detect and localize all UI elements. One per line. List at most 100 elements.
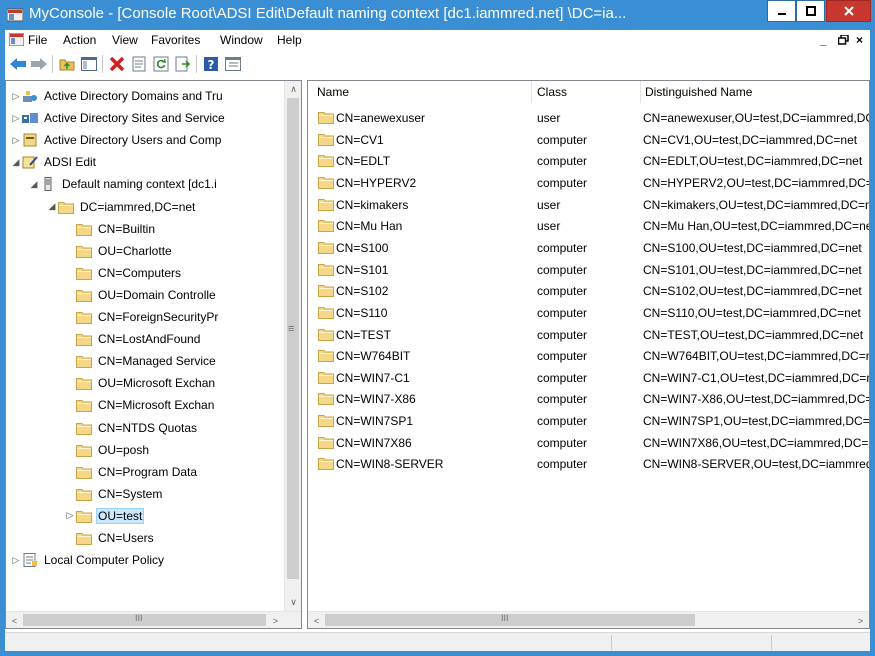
list-scroll-left-button[interactable]: <: [308, 612, 325, 628]
cell-distinguished-name: CN=anewexuser,OU=test,DC=iammred,DC=net: [643, 111, 869, 125]
expand-arrow-icon[interactable]: ▷: [10, 135, 22, 146]
title-bar[interactable]: MyConsole - [Console Root\ADSI Edit\Defa…: [0, 0, 875, 30]
minimize-button[interactable]: [767, 0, 796, 22]
column-divider[interactable]: [531, 81, 532, 103]
delete-button[interactable]: [107, 54, 127, 74]
maximize-button[interactable]: [796, 0, 825, 22]
tree-item[interactable]: CN=LostAndFound: [64, 328, 202, 350]
tree-scroll-right-button[interactable]: >: [267, 612, 284, 628]
tree-scroll-left-button[interactable]: <: [6, 612, 23, 628]
column-divider[interactable]: [640, 81, 641, 103]
menu-view[interactable]: View: [112, 33, 138, 47]
list-row[interactable]: CN=WIN7-X86 computer CN=WIN7-X86,OU=test,D…: [308, 389, 869, 409]
tree-item[interactable]: CN=Computers: [64, 262, 183, 284]
back-button[interactable]: [8, 54, 28, 74]
menu-file[interactable]: File: [28, 33, 47, 47]
list-row[interactable]: CN=S110 computer CN=S110,OU=test,DC=iammre…: [308, 303, 869, 323]
tree-item[interactable]: OU=Microsoft Exchan: [64, 372, 217, 394]
list-row[interactable]: CN=Mu Han user CN=Mu Han,OU=test,DC=iammre…: [308, 216, 869, 236]
tree-horizontal-scrollbar[interactable]: < III >: [6, 611, 301, 628]
folder-icon: [76, 332, 92, 347]
results-pane[interactable]: Name Class Distinguished Name CN=anewexu…: [307, 80, 870, 629]
column-header-class[interactable]: Class: [537, 85, 567, 99]
expand-arrow-icon[interactable]: ▷: [10, 555, 22, 566]
list-row[interactable]: CN=TEST computer CN=TEST,OU=test,DC=iammre…: [308, 325, 869, 345]
refresh-button[interactable]: [151, 54, 171, 74]
list-row[interactable]: CN=EDLT computer CN=EDLT,OU=test,DC=iammre…: [308, 151, 869, 171]
menu-action[interactable]: Action: [63, 33, 96, 47]
tree-item[interactable]: ◢ ADSI Edit: [10, 151, 98, 173]
tree-item[interactable]: CN=ForeignSecurityPr: [64, 306, 220, 328]
menu-window[interactable]: Window: [220, 33, 263, 47]
list-row[interactable]: CN=S100 computer CN=S100,OU=test,DC=iammre…: [308, 238, 869, 258]
expand-arrow-icon[interactable]: ▷: [64, 510, 76, 521]
forward-button[interactable]: [29, 54, 49, 74]
menu-favorites[interactable]: Favorites: [151, 33, 200, 47]
mdi-minimize-button[interactable]: _: [820, 33, 827, 47]
column-header-distinguished-name[interactable]: Distinguished Name: [645, 85, 752, 99]
tree-item[interactable]: ▷ Active Directory Domains and Tru: [10, 85, 225, 107]
list-row[interactable]: CN=WIN7SP1 computer CN=WIN7SP1,OU=test,DC=…: [308, 411, 869, 431]
expand-arrow-icon[interactable]: ▷: [10, 91, 22, 102]
expand-arrow-icon[interactable]: ▷: [10, 113, 22, 124]
list-row[interactable]: CN=S102 computer CN=S102,OU=test,DC=iammre…: [308, 281, 869, 301]
collapse-arrow-icon[interactable]: ◢: [10, 157, 22, 168]
mdi-restore-icon[interactable]: [838, 35, 849, 45]
properties-button[interactable]: [129, 54, 149, 74]
tree-item[interactable]: ▷ Active Directory Users and Comp: [10, 129, 223, 151]
tree-item[interactable]: OU=Domain Controlle: [64, 284, 218, 306]
tree-item-label: Active Directory Users and Comp: [44, 133, 222, 148]
console-tree-pane[interactable]: ▷ Active Directory Domains and Tru ▷ Active…: [5, 80, 302, 629]
tree-vertical-scrollbar[interactable]: ∧ ≡ ∨: [284, 81, 301, 611]
list-horizontal-scrollbar[interactable]: < III >: [308, 611, 869, 628]
cell-class: computer: [537, 457, 588, 472]
folder-icon: [318, 218, 334, 233]
tree-scroll-down-button[interactable]: ∨: [285, 594, 301, 611]
close-button[interactable]: [826, 0, 871, 22]
list-row[interactable]: CN=WIN7-C1 computer CN=WIN7-C1,OU=test,DC=…: [308, 368, 869, 388]
mdi-document-icon[interactable]: [9, 33, 24, 46]
tree-item[interactable]: ◢ Default naming context [dc1.i: [28, 173, 219, 195]
tree-item[interactable]: CN=System: [64, 483, 164, 505]
collapse-arrow-icon[interactable]: ◢: [28, 179, 40, 190]
list-row[interactable]: CN=HYPERV2 computer CN=HYPERV2,OU=test,DC=…: [308, 173, 869, 193]
tree-item[interactable]: ▷ Local Computer Policy: [10, 549, 166, 571]
list-row[interactable]: CN=CV1 computer CN=CV1,OU=test,DC=iammred,…: [308, 130, 869, 150]
tree-item[interactable]: CN=NTDS Quotas: [64, 417, 199, 439]
tree-vertical-scroll-thumb[interactable]: ≡: [287, 98, 299, 579]
menu-help[interactable]: Help: [277, 33, 302, 47]
tree-scroll-up-button[interactable]: ∧: [285, 81, 301, 98]
tree-item[interactable]: ▷ Active Directory Sites and Service: [10, 107, 227, 129]
mdi-close-button[interactable]: ×: [856, 33, 863, 47]
toolbar-separator: [102, 55, 103, 73]
help-button[interactable]: ?: [201, 54, 221, 74]
list-scroll-right-button[interactable]: >: [852, 612, 869, 628]
tree-item[interactable]: ▷ OU=test: [64, 505, 145, 527]
show-hide-tree-button[interactable]: [79, 54, 99, 74]
list-row[interactable]: CN=S101 computer CN=S101,OU=test,DC=iammre…: [308, 260, 869, 280]
tree-horizontal-scroll-thumb[interactable]: III: [23, 613, 266, 626]
tree-item[interactable]: ◢ DC=iammred,DC=net: [46, 196, 197, 218]
list-row[interactable]: CN=kimakers user CN=kimakers,OU=test,DC=ia…: [308, 195, 869, 215]
tree-item[interactable]: OU=Charlotte: [64, 240, 174, 262]
tree-item-label: CN=Program Data: [98, 464, 198, 479]
tree-item[interactable]: CN=Microsoft Exchan: [64, 394, 216, 416]
list-row[interactable]: CN=WIN7X86 computer CN=WIN7X86,OU=test,DC=…: [308, 433, 869, 453]
column-header-name[interactable]: Name: [317, 85, 349, 99]
list-horizontal-scroll-thumb[interactable]: III: [325, 613, 695, 626]
collapse-arrow-icon[interactable]: ◢: [46, 201, 58, 212]
tree-item[interactable]: CN=Builtin: [64, 218, 157, 240]
list-row[interactable]: CN=WIN8-SERVER computer CN=WIN8-SERVER,OU=…: [308, 454, 869, 474]
cell-name: CN=WIN7-C1: [336, 370, 410, 385]
list-row[interactable]: CN=anewexuser user CN=anewexuser,OU=test,D…: [308, 108, 869, 128]
export-list-button[interactable]: [173, 54, 193, 74]
tree-item-label: CN=ForeignSecurityPr: [98, 310, 219, 324]
tree-item[interactable]: CN=Users: [64, 527, 156, 549]
view-button[interactable]: [223, 54, 243, 74]
folder-icon: [76, 465, 92, 479]
tree-item[interactable]: CN=Managed Service: [64, 350, 218, 372]
tree-item[interactable]: CN=Program Data: [64, 461, 199, 483]
list-row[interactable]: CN=W764BIT computer CN=W764BIT,OU=test,DC=…: [308, 346, 869, 366]
tree-item[interactable]: OU=posh: [64, 439, 151, 461]
up-one-level-button[interactable]: [57, 54, 77, 74]
